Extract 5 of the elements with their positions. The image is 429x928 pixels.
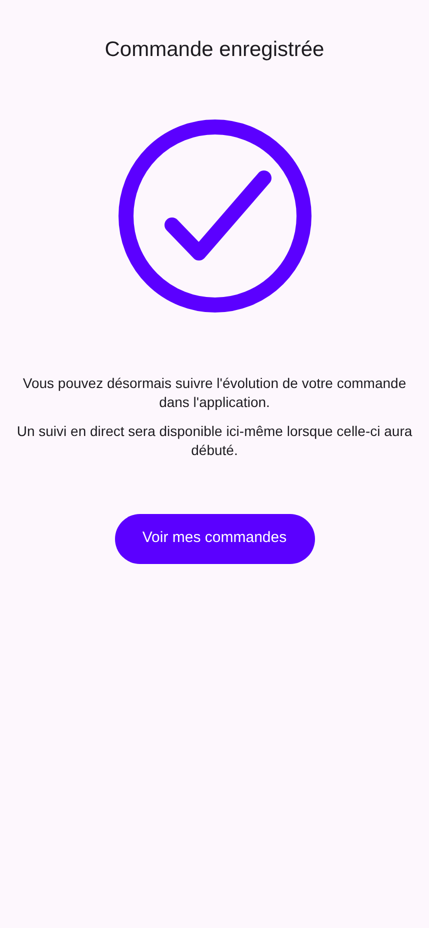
page-title: Commande enregistrée [104,37,324,63]
check-circle-icon [116,118,312,314]
orders-button[interactable]: Voir mes commandes [114,514,314,564]
info-text: Vous pouvez désormais suivre l'évolution de votre commande dans l'application. [22,374,408,412]
info-text: Un suivi en direct sera disponible ici-même lorsque celle-ci aura débuté. [16,422,414,460]
